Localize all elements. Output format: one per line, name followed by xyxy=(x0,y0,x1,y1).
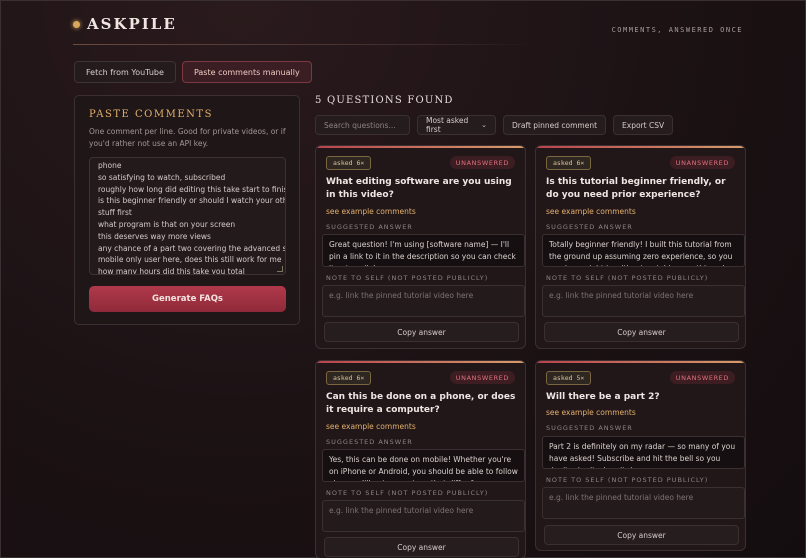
asked-count-badge: asked 6× xyxy=(326,156,372,170)
comment-line: stuff first xyxy=(98,208,132,218)
status-badge: UNANSWERED xyxy=(449,371,515,384)
note-to-self-input[interactable]: e.g. link the pinned tutorial video here xyxy=(542,487,745,519)
comment-line: this deserves way more views xyxy=(98,231,211,241)
card-accent-bar xyxy=(536,361,745,363)
results-title: 5 QUESTIONS FOUND xyxy=(315,95,454,106)
tab-paste-manually[interactable]: Paste comments manually xyxy=(181,61,312,83)
brand: ASKPILE xyxy=(73,15,177,33)
results-toolbar: Search questions... Most asked first ⌄ D… xyxy=(315,115,674,135)
comment-line: mobile only user here, does this still w… xyxy=(98,255,282,265)
note-to-self-label: NOTE TO SELF (NOT POSTED PUBLICLY) xyxy=(546,274,709,282)
brand-name: ASKPILE xyxy=(87,15,177,33)
generate-faqs-button[interactable]: Generate FAQs xyxy=(89,286,286,312)
question-text: Is this tutorial beginner friendly, or d… xyxy=(546,177,726,200)
suggested-answer-label: SUGGESTED ANSWER xyxy=(326,223,413,231)
source-tabs: Fetch from YouTube Paste comments manual… xyxy=(74,61,312,83)
comment-line: is this beginner friendly or should I wa… xyxy=(98,196,286,206)
draft-pinned-comment-button[interactable]: Draft pinned comment xyxy=(503,115,607,135)
status-badge: UNANSWERED xyxy=(449,156,515,169)
suggested-answer-textarea[interactable]: Part 2 is definitely on my radar — so ma… xyxy=(542,436,745,469)
sort-select-value: Most asked first xyxy=(426,116,469,134)
suggested-answer-label: SUGGESTED ANSWER xyxy=(546,424,633,432)
question-card: asked 6× UNANSWERED Is this tutorial beg… xyxy=(535,145,746,349)
header-divider xyxy=(73,44,533,45)
comment-line: phone xyxy=(98,161,122,170)
suggested-answer-textarea[interactable]: Totally beginner friendly! I built this … xyxy=(542,234,745,267)
paste-panel: PASTE COMMENTS One comment per line. Goo… xyxy=(74,95,300,325)
comment-line: how many hours did this take you total xyxy=(98,267,245,275)
suggested-answer-textarea[interactable]: Great question! I'm using [software name… xyxy=(322,234,525,267)
resize-grip-icon[interactable] xyxy=(277,266,283,272)
copy-answer-button[interactable]: Copy answer xyxy=(324,322,519,342)
comment-line: so satisfying to watch, subscribed xyxy=(98,172,226,182)
see-example-comments-link[interactable]: see example comments xyxy=(546,207,636,216)
card-accent-bar xyxy=(316,146,525,148)
brand-dot-icon xyxy=(73,20,80,28)
tagline: COMMENTS, ANSWERED ONCE xyxy=(611,26,743,34)
note-to-self-label: NOTE TO SELF (NOT POSTED PUBLICLY) xyxy=(326,274,489,282)
suggested-answer-textarea[interactable]: Yes, this can be done on mobile! Whether… xyxy=(322,449,525,482)
card-accent-bar xyxy=(536,146,745,148)
note-to-self-input[interactable]: e.g. link the pinned tutorial video here xyxy=(542,285,745,317)
panel-title: PASTE COMMENTS xyxy=(89,109,213,120)
suggested-answer-label: SUGGESTED ANSWER xyxy=(326,438,413,446)
note-to-self-label: NOTE TO SELF (NOT POSTED PUBLICLY) xyxy=(326,489,489,497)
question-card: asked 5× UNANSWERED Will there be a part… xyxy=(535,360,746,551)
asked-count-badge: asked 6× xyxy=(326,371,372,385)
card-accent-bar xyxy=(316,361,525,363)
question-text: Will there be a part 2? xyxy=(546,392,660,402)
see-example-comments-link[interactable]: see example comments xyxy=(546,408,636,417)
note-to-self-input[interactable]: e.g. link the pinned tutorial video here xyxy=(322,285,525,317)
question-card: asked 6× UNANSWERED What editing softwar… xyxy=(315,145,526,349)
note-to-self-label: NOTE TO SELF (NOT POSTED PUBLICLY) xyxy=(546,476,709,484)
question-card: asked 6× UNANSWERED Can this be done on … xyxy=(315,360,526,558)
comment-line: any chance of a part two covering the ad… xyxy=(98,243,286,253)
question-text: What editing software are you using in t… xyxy=(326,177,512,200)
comment-line: roughly how long did editing this take s… xyxy=(98,184,286,194)
export-csv-button[interactable]: Export CSV xyxy=(613,115,674,135)
question-text: Can this be done on a phone, or does it … xyxy=(326,392,516,415)
search-input[interactable]: Search questions... xyxy=(315,115,410,135)
note-to-self-input[interactable]: e.g. link the pinned tutorial video here xyxy=(322,500,525,532)
chevron-down-icon: ⌄ xyxy=(481,121,487,129)
asked-count-badge: asked 6× xyxy=(546,156,592,170)
copy-answer-button[interactable]: Copy answer xyxy=(544,322,739,342)
suggested-answer-label: SUGGESTED ANSWER xyxy=(546,223,633,231)
comment-line: what program is that on your screen xyxy=(98,219,236,229)
sort-select[interactable]: Most asked first ⌄ xyxy=(417,115,496,135)
status-badge: UNANSWERED xyxy=(669,371,735,384)
comments-textarea[interactable]: phone so satisfying to watch, subscribed… xyxy=(89,157,286,275)
see-example-comments-link[interactable]: see example comments xyxy=(326,207,416,216)
copy-answer-button[interactable]: Copy answer xyxy=(544,525,739,545)
copy-answer-button[interactable]: Copy answer xyxy=(324,537,519,557)
see-example-comments-link[interactable]: see example comments xyxy=(326,422,416,431)
status-badge: UNANSWERED xyxy=(669,156,735,169)
panel-description: One comment per line. Good for private v… xyxy=(89,127,286,148)
asked-count-badge: asked 5× xyxy=(546,371,592,385)
tab-fetch-youtube[interactable]: Fetch from YouTube xyxy=(74,61,176,83)
